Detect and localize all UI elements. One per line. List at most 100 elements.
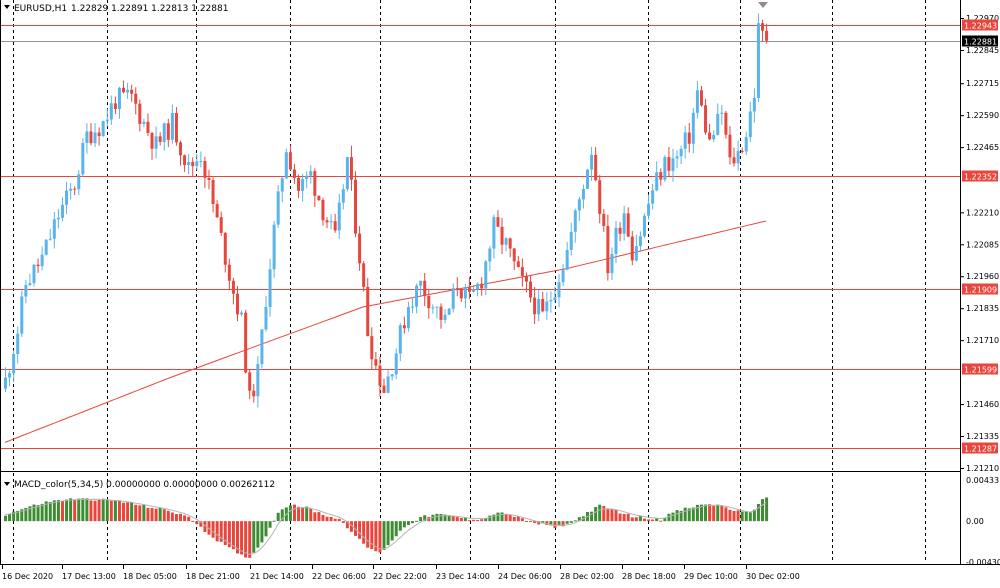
candle-body <box>134 93 138 104</box>
y-tick-label: 1.21335 <box>966 432 999 441</box>
macd-bar <box>134 504 138 522</box>
candle-body <box>602 213 606 226</box>
candle-body <box>109 103 113 120</box>
macd-bar <box>69 498 73 522</box>
candle-body <box>240 312 244 315</box>
macd-bar <box>93 500 97 522</box>
candle-body <box>708 132 712 140</box>
candle-body <box>765 30 769 41</box>
candle-body <box>679 148 683 157</box>
macd-bar <box>732 510 736 522</box>
candle-body <box>333 221 337 231</box>
candle-body <box>44 239 48 255</box>
macd-bar <box>642 518 646 522</box>
candle-body <box>341 189 345 203</box>
candle-body <box>386 376 390 393</box>
candle-body <box>195 161 199 167</box>
macd-bar <box>459 518 463 522</box>
macd-bar <box>4 515 7 522</box>
macd-bar <box>638 516 642 522</box>
macd-bar <box>85 498 89 522</box>
x-tick-label: 22 Dec 06:00 <box>312 572 366 581</box>
candle-body <box>647 203 651 216</box>
level-price-label: 1.22352 <box>964 173 997 182</box>
candle-body <box>687 132 691 144</box>
y-tick-label: 1.22715 <box>966 79 999 88</box>
candle-body <box>716 113 720 135</box>
macd-bar <box>56 500 60 522</box>
macd-bar <box>81 498 85 522</box>
candle-body <box>586 169 590 189</box>
candle-body <box>455 288 459 290</box>
x-tick-label: 22 Dec 22:00 <box>373 572 427 581</box>
candle-body <box>191 162 195 167</box>
candle-body <box>630 236 634 261</box>
candle-body <box>85 131 89 143</box>
candle-body <box>467 287 471 292</box>
macd-bar <box>472 519 476 522</box>
ohlc-values: 1.22829 1.22891 1.22813 1.22881 <box>71 4 228 14</box>
candle-body <box>557 282 561 298</box>
macd-bar <box>122 502 126 522</box>
macd-bar <box>675 510 679 522</box>
candle-body <box>105 119 109 122</box>
macd-bar <box>476 519 480 522</box>
candle-body <box>4 377 7 389</box>
candle-body <box>52 219 56 239</box>
candle-body <box>581 188 585 200</box>
macd-bar <box>240 521 244 555</box>
candle-body <box>402 325 406 329</box>
candle-body <box>12 353 16 374</box>
candle-body <box>415 285 419 307</box>
macd-bar <box>602 506 606 522</box>
candle-body <box>260 329 264 365</box>
candle-body <box>394 353 398 375</box>
candle-body <box>309 171 313 176</box>
candle-body <box>577 199 581 211</box>
candle-body <box>32 264 36 284</box>
macd-bar <box>150 508 154 522</box>
x-tick-label: 18 Dec 21:00 <box>186 572 240 581</box>
y-tick-label: 1.21960 <box>966 272 999 281</box>
candle-body <box>419 280 423 286</box>
macd-bar <box>565 521 569 524</box>
macd-bar <box>337 518 341 522</box>
candle-body <box>756 23 760 98</box>
candle-body <box>89 131 93 144</box>
candle-body <box>345 157 349 190</box>
candle-body <box>724 112 728 135</box>
macd-bar <box>488 515 492 522</box>
macd-bar <box>158 507 162 522</box>
x-tick-label: 29 Dec 10:00 <box>684 572 738 581</box>
candle-body <box>638 236 642 247</box>
macd-bar <box>455 517 459 522</box>
macd-bar <box>663 518 667 522</box>
candle-body <box>728 134 732 158</box>
macd-bar <box>496 512 500 522</box>
trading-chart[interactable]: 16 Dec 2020 17 Dec 13:00 18 Dec 05:00 18 De… <box>0 0 1000 588</box>
macd-bar <box>626 513 630 522</box>
candle-body <box>390 374 394 377</box>
candle-body <box>488 248 492 262</box>
y-tick-label: 1.22845 <box>966 46 999 55</box>
indicator-label: MACD_color(5,34,5) 0.00000000 0.00000000… <box>14 480 275 490</box>
candle-body <box>675 156 679 159</box>
candle-body <box>276 191 280 225</box>
candle-body <box>138 103 142 124</box>
candle-body <box>748 111 752 138</box>
macd-bar <box>720 505 724 522</box>
y-tick-label: 1.21460 <box>966 400 999 409</box>
macd-bar <box>480 519 484 522</box>
candle-body <box>744 137 748 152</box>
level-price-label: 1.21287 <box>964 445 997 454</box>
candle-body <box>382 385 386 393</box>
macd-bar <box>297 506 301 522</box>
macd-bar <box>716 504 720 522</box>
candle-body <box>594 154 598 181</box>
candle-body <box>235 293 239 315</box>
macd-bar <box>166 510 170 522</box>
macd-bar <box>305 506 309 522</box>
candle-body <box>463 287 467 299</box>
macd-bar <box>382 521 386 550</box>
macd-bar <box>402 521 406 528</box>
